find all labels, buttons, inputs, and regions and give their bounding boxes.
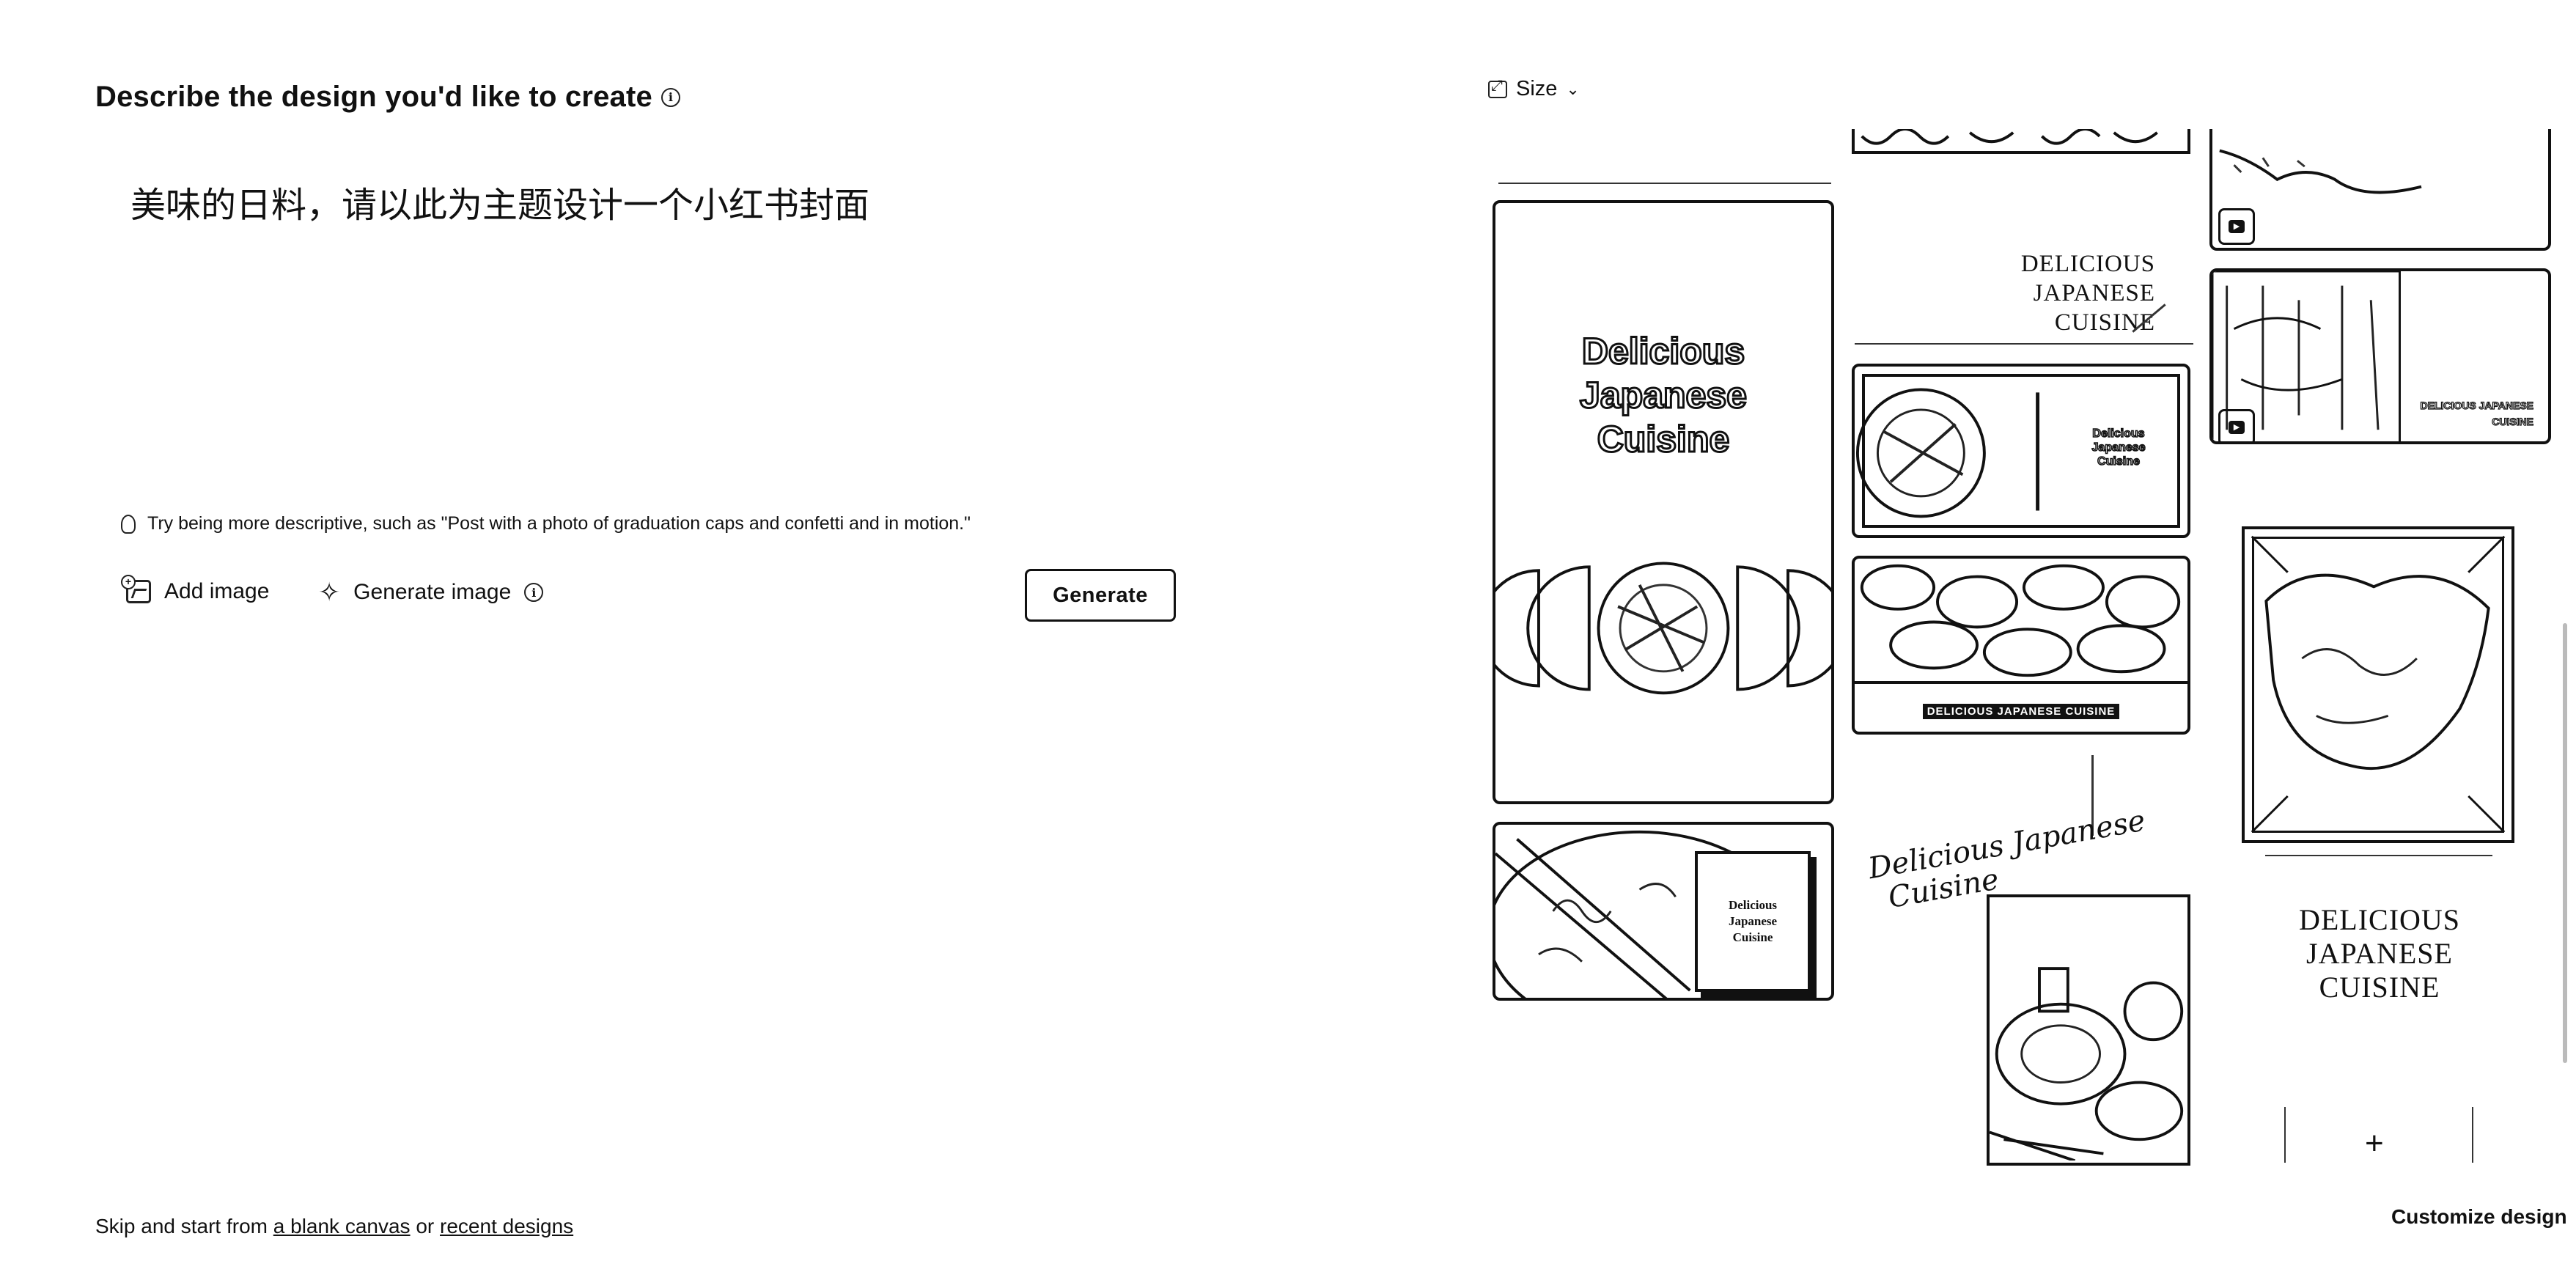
title-line: DELICIOUS JAPANESE CUISINE	[1922, 704, 2120, 719]
add-image-label: Add image	[164, 579, 270, 603]
title-line: Cuisine	[2097, 455, 2140, 468]
skip-line: Skip and start from a blank canvas or re…	[95, 1215, 573, 1238]
scrollbar[interactable]	[2563, 623, 2567, 1063]
template-card[interactable]	[2242, 526, 2514, 843]
info-icon[interactable]: i	[660, 87, 680, 107]
title-line: Cuisine	[1732, 930, 1773, 944]
title-line: CUISINE	[2492, 415, 2534, 427]
template-card[interactable]: Delicious Japanese Cuisine	[1493, 822, 1834, 1001]
title-line: Japanese	[2091, 441, 2146, 455]
card-title: DELICIOUS JAPANESE CUISINE	[2420, 397, 2534, 430]
food-illustration	[2251, 535, 2506, 833]
play-video-icon[interactable]: ▶	[2218, 409, 2255, 441]
sparkle-icon: ✧	[318, 577, 341, 607]
play-video-icon[interactable]: ▶	[2218, 208, 2255, 245]
title-line: DELICIOUS JAPANESE	[2420, 399, 2534, 411]
skip-prefix: Skip and start from	[95, 1215, 273, 1237]
add-image-button[interactable]: + Add image	[121, 575, 270, 604]
title-line: Delicious	[1728, 898, 1778, 912]
tip-label: Try being more descriptive, such as "Pos…	[147, 513, 971, 534]
divider	[1855, 343, 2193, 345]
heading-text: Describe the design you'd like to create	[95, 81, 652, 113]
add-image-icon: +	[121, 575, 151, 603]
lightbulb-icon	[121, 514, 136, 534]
divider	[2284, 1107, 2286, 1163]
card-title: Delicious Japanese Cuisine	[1695, 851, 1811, 992]
card-title: DELICIOUS JAPANESE CUISINE	[2243, 903, 2516, 1004]
food-illustration	[1990, 967, 2184, 1161]
template-card[interactable]: DELICIOUS JAPANESE CUISINE	[1852, 556, 2190, 735]
card-title: Delicious Japanese Cuisine	[2075, 427, 2163, 468]
resize-icon	[1488, 78, 1507, 98]
recent-designs-link[interactable]: recent designs	[440, 1215, 573, 1237]
card-title: DELICIOUS JAPANESE CUISINE	[1855, 704, 2187, 719]
divider	[2472, 1107, 2473, 1163]
blank-canvas-link[interactable]: a blank canvas	[273, 1215, 411, 1237]
page-title: Describe the design you'd like to create…	[95, 81, 680, 114]
prompt-input[interactable]: 美味的日料，请以此为主题设计一个小红书封面	[130, 176, 869, 227]
food-illustration	[1861, 129, 2158, 145]
size-label: Size	[1516, 77, 1558, 100]
generate-image-button[interactable]: ✧ Generate image i	[318, 577, 544, 607]
template-card[interactable]: Delicious Japanese Cuisine	[1493, 200, 1834, 804]
divider	[2265, 855, 2492, 856]
title-line: DELICIOUS	[2298, 903, 2461, 936]
divider	[1498, 183, 1831, 184]
chevron-down-icon: ⌄	[1566, 79, 1580, 98]
info-icon[interactable]: i	[524, 583, 544, 602]
tip-text: Try being more descriptive, such as "Pos…	[121, 513, 971, 534]
customize-design-button[interactable]: Customize design	[2391, 1205, 2567, 1229]
template-card[interactable]: DELICIOUS JAPANESE CUISINE ▶	[2209, 268, 2551, 444]
generate-image-label: Generate image	[353, 580, 512, 604]
title-line: DELICIOUS JAPANESE	[2020, 251, 2155, 306]
template-card[interactable]: ▶	[2209, 129, 2551, 251]
add-icon[interactable]: +	[2365, 1125, 2384, 1162]
food-illustration	[1495, 562, 1831, 695]
size-dropdown[interactable]: Size ⌄	[1488, 77, 1580, 101]
food-illustration	[2219, 149, 2422, 194]
template-card[interactable]	[1987, 894, 2190, 1166]
title-line: CUISINE	[2054, 309, 2155, 336]
card-title: DELICIOUS JAPANESE CUISINE	[1906, 249, 2155, 337]
template-card[interactable]	[1852, 129, 2190, 154]
template-card[interactable]: Delicious Japanese Cuisine	[1852, 364, 2190, 538]
title-line: Delicious	[2092, 427, 2146, 441]
title-line: CUISINE	[2319, 971, 2440, 1004]
title-line: Japanese	[1728, 914, 1778, 928]
generate-button[interactable]: Generate	[1025, 569, 1176, 622]
skip-or: or	[410, 1215, 441, 1237]
title-line: JAPANESE	[2306, 937, 2453, 970]
